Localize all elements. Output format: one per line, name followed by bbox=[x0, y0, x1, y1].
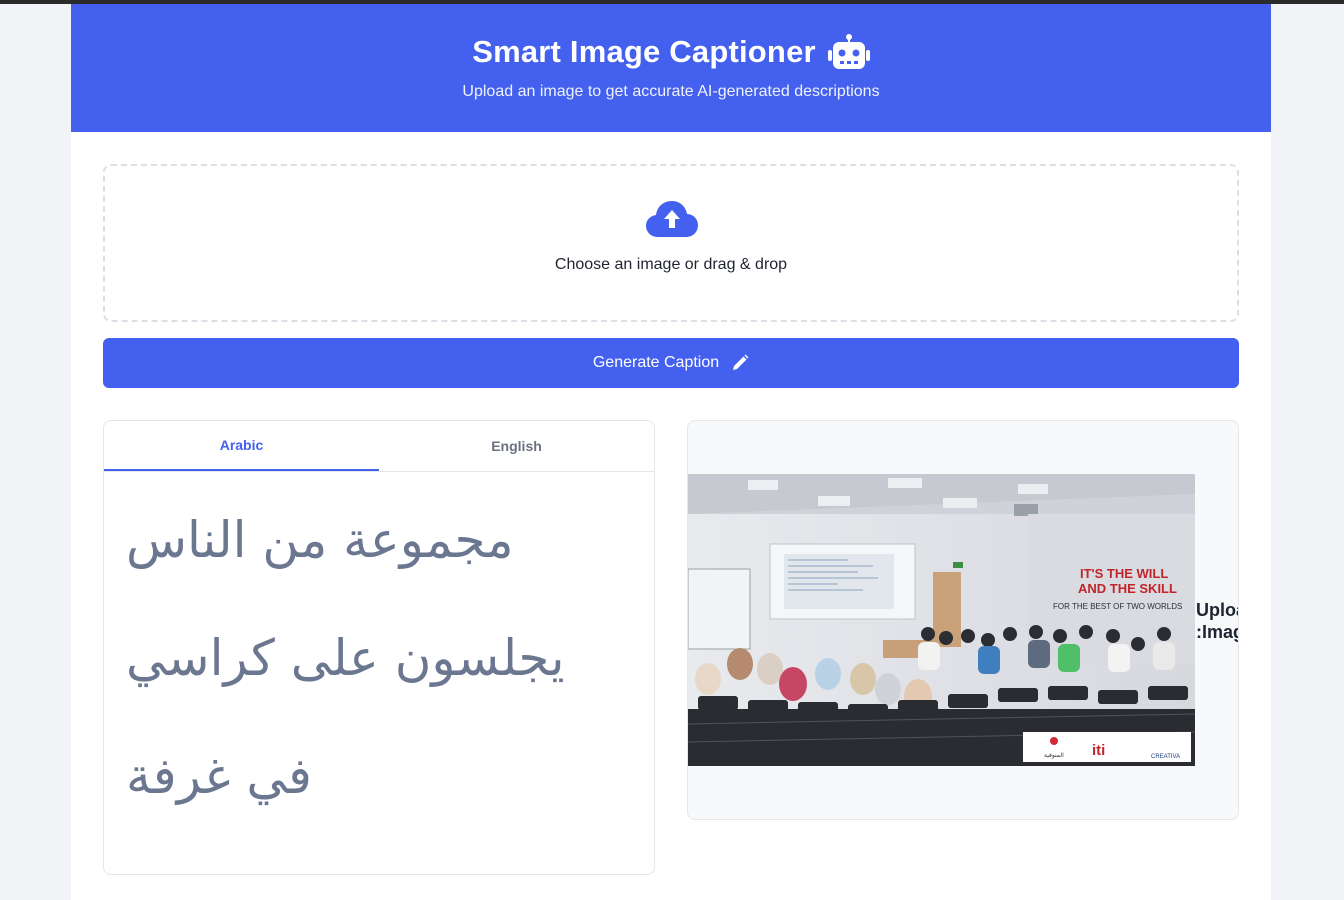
app-header: Smart Image Captioner Upload an image to… bbox=[71, 4, 1271, 132]
generate-caption-button[interactable]: Generate Caption bbox=[103, 338, 1239, 388]
arabic-caption-text: مجموعة من الناس يجلسون على كراسي في غرفة bbox=[126, 511, 565, 805]
dropzone-prompt: Choose an image or drag & drop bbox=[554, 256, 788, 273]
photo-slogan-line1: IT'S THE WILL bbox=[1080, 566, 1168, 581]
photo-logo-menoufia: المنوفية bbox=[1044, 752, 1064, 759]
uploaded-image-label: Uploaded Image: bbox=[1196, 599, 1238, 643]
photo-logo-iti: iti bbox=[1092, 742, 1105, 759]
image-dropzone[interactable]: Choose an image or drag & drop bbox=[103, 164, 1239, 322]
tab-english[interactable]: English bbox=[379, 421, 654, 471]
uploaded-image-label-line1: Uploaded bbox=[1196, 600, 1238, 620]
page-subtitle: Upload an image to get accurate AI-gener… bbox=[462, 83, 880, 100]
photo-slogan-line2: AND THE SKILL bbox=[1078, 581, 1177, 596]
app-card: Smart Image Captioner Upload an image to… bbox=[71, 4, 1271, 900]
language-tabs: Arabic English bbox=[104, 421, 654, 472]
tab-arabic[interactable]: Arabic bbox=[104, 421, 379, 471]
caption-panel: Arabic English مجموعة من الناس يجلسون عل… bbox=[103, 420, 655, 875]
photo-logo-creativa: CREATIVA bbox=[1151, 754, 1180, 760]
uploaded-image: IT'S THE WILL AND THE SKILL FOR THE BEST… bbox=[688, 474, 1195, 766]
image-preview-panel: IT'S THE WILL AND THE SKILL FOR THE BEST… bbox=[687, 420, 1239, 820]
uploaded-image-label-line2: Image: bbox=[1196, 622, 1238, 642]
generate-caption-label: Generate Caption bbox=[592, 354, 720, 371]
robot-icon bbox=[827, 34, 870, 69]
page-title: Smart Image Captioner bbox=[472, 34, 816, 69]
photo-slogan-line3: FOR THE BEST OF TWO WORLDS bbox=[1053, 602, 1182, 611]
cloud-upload-icon bbox=[646, 201, 698, 237]
title-row: Smart Image Captioner bbox=[71, 34, 1271, 70]
pencil-icon bbox=[733, 354, 749, 370]
